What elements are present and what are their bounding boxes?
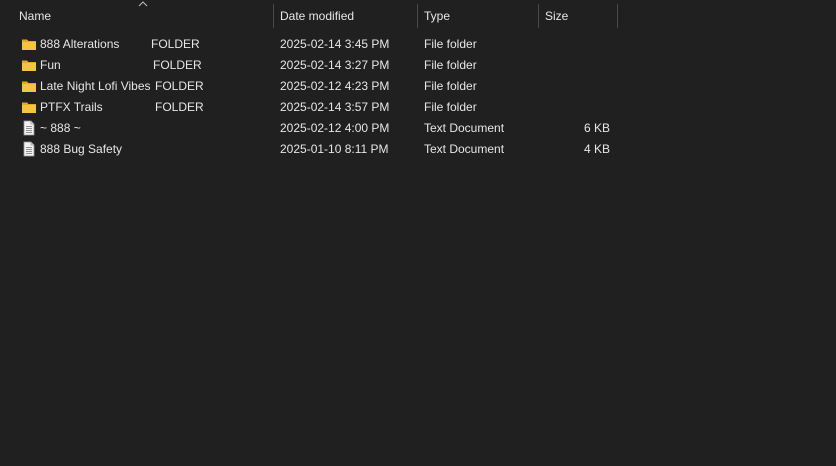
file-type: File folder bbox=[424, 100, 477, 114]
file-type: Text Document bbox=[424, 121, 505, 135]
file-explorer-list-view: Name Date modified Type Size 888 Alterat… bbox=[0, 0, 836, 466]
file-type: File folder bbox=[424, 37, 477, 51]
file-name[interactable]: 888 Bug Safety bbox=[40, 139, 122, 160]
file-date-modified: 2025-02-14 3:45 PM bbox=[280, 37, 390, 51]
folder-label: FOLDER bbox=[151, 37, 200, 51]
file-row[interactable]: PTFX Trails FOLDER 2025-02-14 3:57 PM File … bbox=[0, 97, 836, 118]
column-divider[interactable] bbox=[617, 4, 618, 28]
text-document-icon bbox=[21, 120, 37, 136]
file-date-modified: 2025-02-14 3:57 PM bbox=[280, 100, 390, 114]
folder-icon bbox=[21, 36, 37, 52]
folder-icon bbox=[21, 99, 37, 115]
folder-label: FOLDER bbox=[155, 100, 204, 114]
file-name[interactable]: Late Night Lofi Vibes bbox=[40, 76, 151, 97]
file-name[interactable]: Fun bbox=[40, 55, 61, 76]
column-header-type[interactable]: Type bbox=[418, 4, 538, 28]
file-name[interactable]: PTFX Trails bbox=[40, 97, 103, 118]
file-date-modified: 2025-02-12 4:23 PM bbox=[280, 79, 390, 93]
folder-label: FOLDER bbox=[155, 79, 204, 93]
folder-icon bbox=[21, 78, 37, 94]
file-list: 888 Alterations FOLDER 2025-02-14 3:45 PM F… bbox=[0, 34, 836, 160]
file-date-modified: 2025-02-14 3:27 PM bbox=[280, 58, 390, 72]
column-header-name[interactable]: Name bbox=[13, 4, 273, 28]
file-name[interactable]: 888 Alterations bbox=[40, 34, 119, 55]
file-type: File folder bbox=[424, 79, 477, 93]
file-row[interactable]: Late Night Lofi Vibes FOLDER 2025-02-12 4:… bbox=[0, 76, 836, 97]
file-row[interactable]: 888 Bug Safety 2025-01-10 8:11 PM Text Doc… bbox=[0, 139, 836, 160]
folder-icon bbox=[21, 57, 37, 73]
column-header-size[interactable]: Size bbox=[539, 4, 617, 28]
file-date-modified: 2025-01-10 8:11 PM bbox=[280, 142, 389, 156]
column-header-bar: Name Date modified Type Size bbox=[0, 0, 836, 30]
text-document-icon bbox=[21, 141, 37, 157]
file-row[interactable]: 888 Alterations FOLDER 2025-02-14 3:45 PM F… bbox=[0, 34, 836, 55]
column-header-date-modified[interactable]: Date modified bbox=[274, 4, 417, 28]
file-row[interactable]: ~ 888 ~ 2025-02-12 4:00 PM Text Document 6 … bbox=[0, 118, 836, 139]
folder-label: FOLDER bbox=[153, 58, 202, 72]
file-type: File folder bbox=[424, 58, 477, 72]
file-name[interactable]: ~ 888 ~ bbox=[40, 118, 81, 139]
file-size: 6 KB bbox=[583, 121, 610, 135]
file-size: 4 KB bbox=[583, 142, 610, 156]
file-type: Text Document bbox=[424, 142, 505, 156]
file-row[interactable]: Fun FOLDER 2025-02-14 3:27 PM File folder bbox=[0, 55, 836, 76]
file-date-modified: 2025-02-12 4:00 PM bbox=[280, 121, 390, 135]
